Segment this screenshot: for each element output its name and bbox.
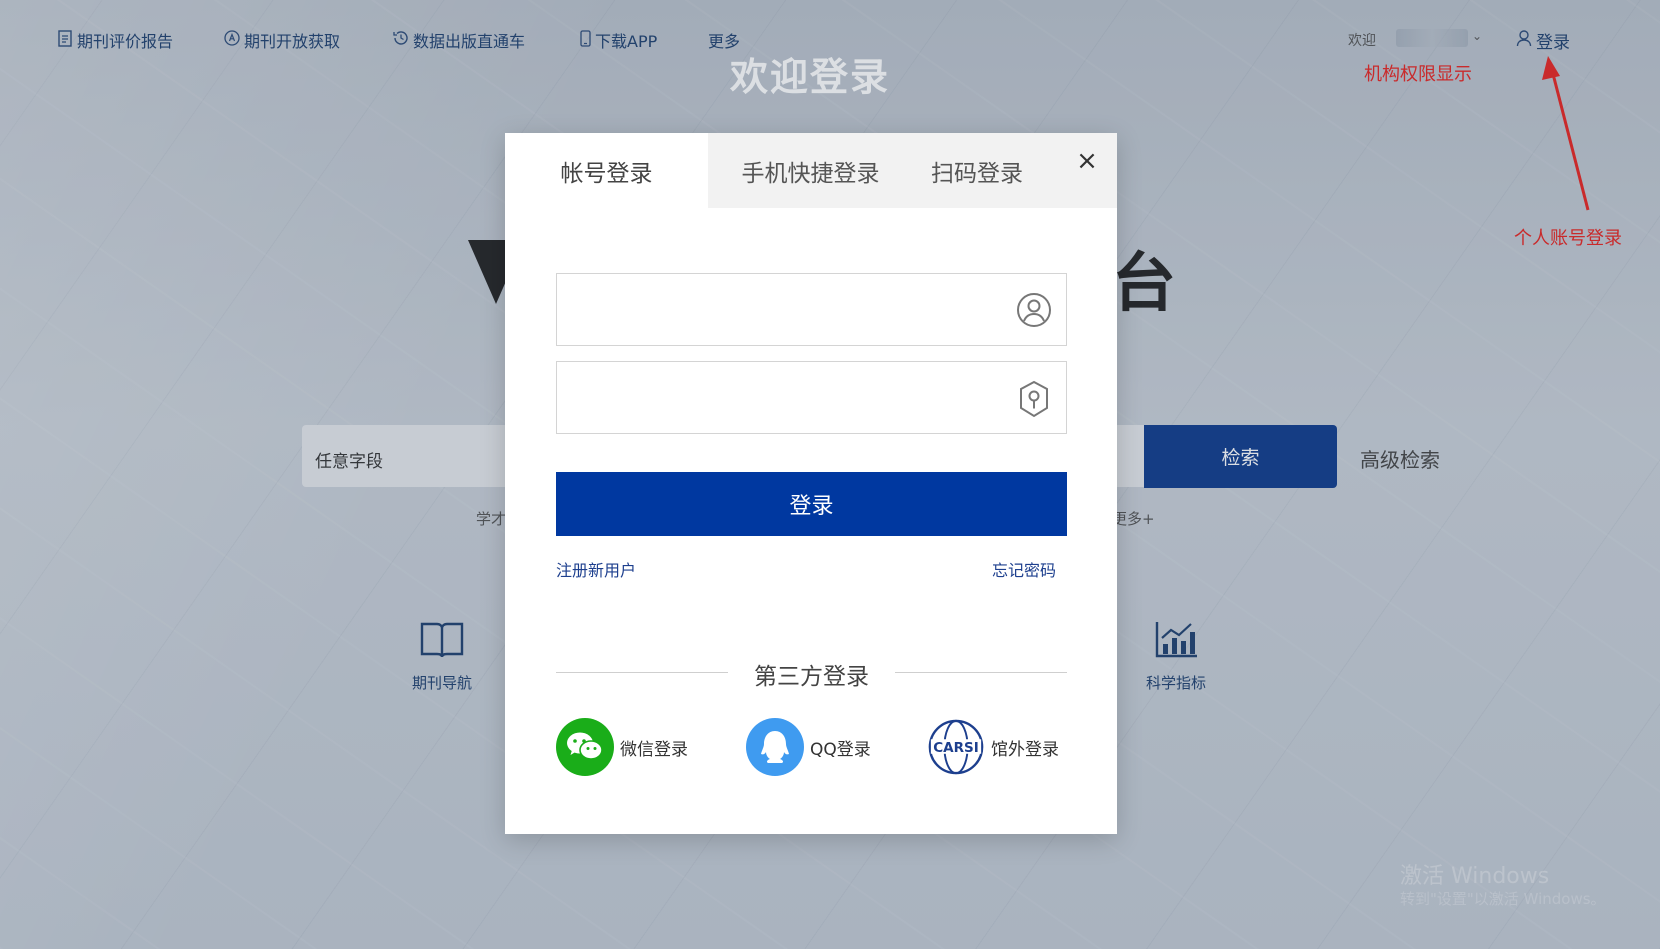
login-submit-button[interactable]: 登录 [556,472,1067,536]
divider-line [895,672,1067,673]
social-label: QQ登录 [810,739,871,760]
tab-phone-login[interactable]: 手机快捷登录 [708,133,913,208]
login-modal: 帐号登录 手机快捷登录 扫码登录 × 登录 注册新用户 忘记密码 第三方登录 微… [505,133,1117,834]
qq-login-button[interactable]: QQ登录 [746,718,871,776]
password-field[interactable] [556,361,1067,434]
forgot-password-link[interactable]: 忘记密码 [992,557,1056,581]
close-icon[interactable]: × [1073,146,1101,176]
username-field[interactable] [556,273,1067,346]
password-input[interactable] [557,362,997,433]
tab-account-login[interactable]: 帐号登录 [505,133,708,208]
third-party-login-divider: 第三方登录 [556,657,1067,690]
carsi-logo-text: CARSI [933,740,979,756]
wechat-icon [556,718,614,776]
username-input[interactable] [557,274,997,345]
register-link[interactable]: 注册新用户 [556,557,636,581]
social-label: 微信登录 [620,739,688,760]
login-tabs: 帐号登录 手机快捷登录 扫码登录 [505,133,1117,208]
qq-icon [746,718,804,776]
wechat-login-button[interactable]: 微信登录 [556,718,688,776]
carsi-login-button[interactable]: CARSI 馆外登录 [927,718,1059,776]
user-circle-icon [1016,292,1052,332]
third-party-login-title: 第三方登录 [754,664,869,690]
social-label: 馆外登录 [991,739,1059,760]
carsi-icon: CARSI [927,718,985,776]
lock-shield-icon [1016,380,1052,422]
